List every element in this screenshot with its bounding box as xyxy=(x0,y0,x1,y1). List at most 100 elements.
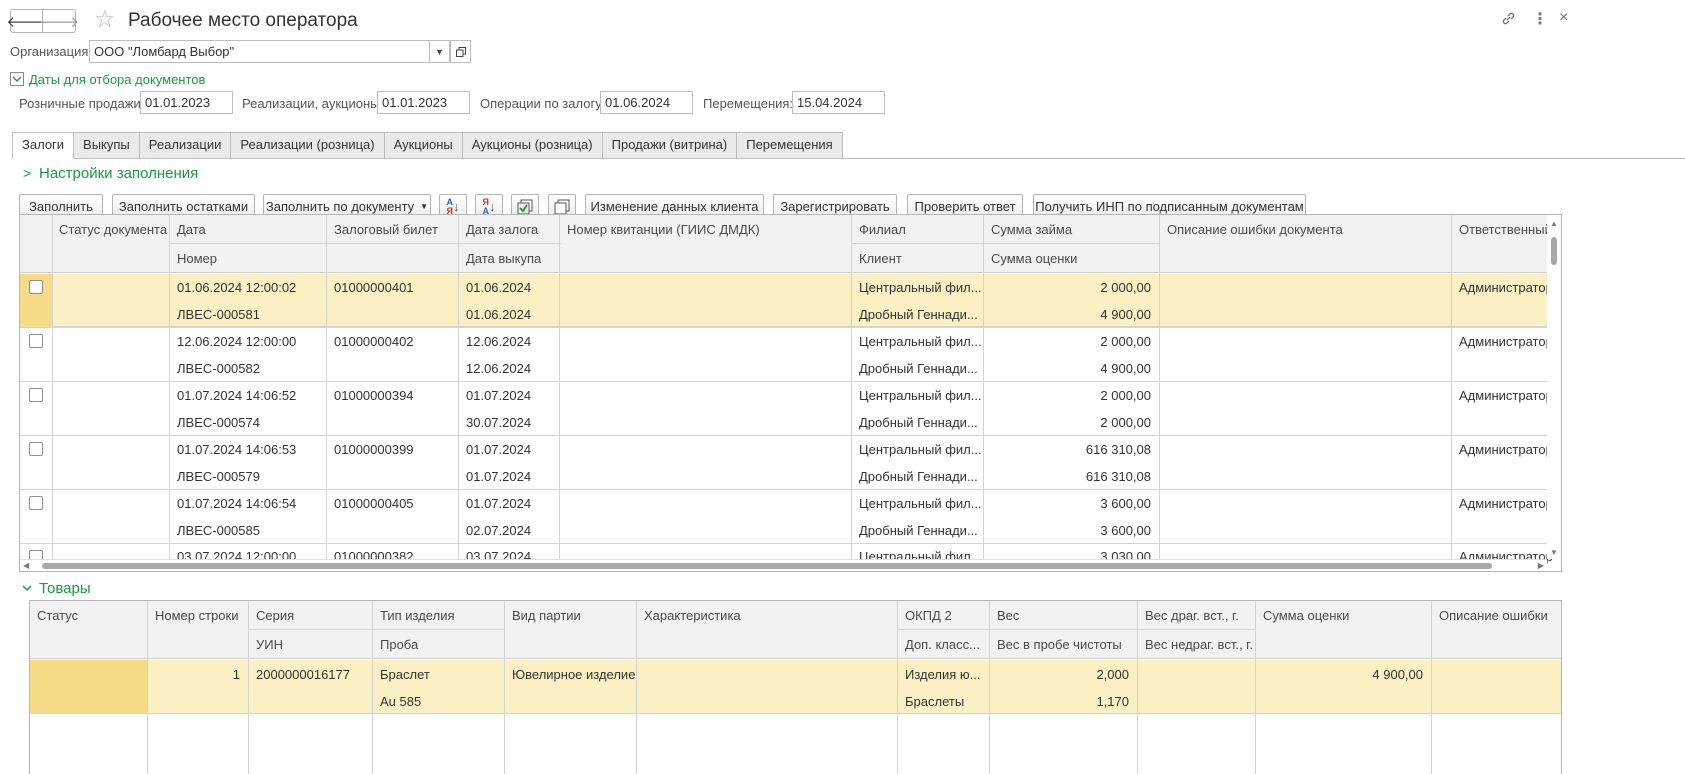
cell-responsible: Администратор xyxy=(1459,334,1552,349)
tab-moves[interactable]: Перемещения xyxy=(737,132,843,159)
tab-sales[interactable]: Реализации xyxy=(139,132,232,159)
check-all-icon xyxy=(517,199,533,214)
moves-date-field[interactable]: 15.04.2024 xyxy=(792,91,885,114)
tab-showcase-sales[interactable]: Продажи (витрина) xyxy=(602,132,738,159)
auctions-date-field[interactable]: 01.01.2023 xyxy=(377,91,470,114)
col-uin[interactable]: УИН xyxy=(249,630,372,652)
horizontal-scrollbar[interactable]: ◀ ▶ xyxy=(20,559,1547,571)
row-checkbox[interactable] xyxy=(29,334,43,348)
scroll-up-icon[interactable]: ▲ xyxy=(1550,219,1558,228)
chevron-down-icon: ▼ xyxy=(420,202,429,211)
scroll-right-icon[interactable]: ▶ xyxy=(1538,561,1544,570)
cell-branch: Центральный фил... xyxy=(859,280,982,295)
row-checkbox[interactable] xyxy=(29,496,43,510)
col-number[interactable]: Номер xyxy=(170,244,326,266)
pledge-ops-date-field[interactable]: 01.06.2024 xyxy=(600,91,693,114)
settings-expand-icon[interactable]: > xyxy=(23,165,31,181)
row-checkbox[interactable] xyxy=(29,280,43,294)
tab-bar: Залоги Выкупы Реализации Реализации (роз… xyxy=(12,132,843,159)
page-title: Рабочее место оператора xyxy=(128,10,358,31)
cell-appraisal: 4 900,00 xyxy=(1100,307,1151,322)
vertical-scroll-thumb[interactable] xyxy=(1551,237,1557,265)
col-pure-weight[interactable]: Вес в пробе чистоты xyxy=(990,630,1137,652)
goods-table[interactable]: Статус Номер строки Серия УИН Тип издели… xyxy=(29,600,1562,774)
cell-buyout-date: 02.07.2024 xyxy=(466,523,532,538)
col-receipt[interactable]: Номер квитанции (ГИИС ДМДК) xyxy=(560,215,851,237)
cell-appraisal: 4 900,00 xyxy=(1100,361,1151,376)
row-checkbox[interactable] xyxy=(29,442,43,456)
col-date[interactable]: Дата xyxy=(170,215,326,237)
col-error[interactable]: Описание ошибки документа xyxy=(1160,215,1451,237)
more-menu-icon[interactable]: ⋮ xyxy=(1532,9,1548,29)
cell-loan: 616 310,08 xyxy=(1085,442,1151,457)
org-field[interactable]: ООО "Ломбард Выбор" xyxy=(89,40,430,63)
favorite-star-icon[interactable]: ☆ xyxy=(94,7,116,33)
tab-auctions-retail[interactable]: Аукционы (розница) xyxy=(462,132,603,159)
cell-pure-weight: 1,170 xyxy=(1096,694,1129,709)
col-characteristic[interactable]: Характеристика xyxy=(637,601,897,623)
cell-client: Дробный Геннади... xyxy=(859,307,978,322)
col-batch-type[interactable]: Вид партии xyxy=(505,601,636,623)
forward-button[interactable]: 🡒 xyxy=(39,9,79,33)
col-item-type[interactable]: Тип изделия xyxy=(373,601,504,623)
col-series[interactable]: Серия xyxy=(249,601,372,623)
col-goods-error[interactable]: Описание ошибки xyxy=(1432,601,1561,623)
cell-ticket: 01000000402 xyxy=(334,334,414,349)
tab-pledges[interactable]: Залоги xyxy=(12,132,75,159)
col-pledge-date[interactable]: Дата залога xyxy=(459,215,560,237)
settings-section-label[interactable]: Настройки заполнения xyxy=(39,165,198,182)
col-status[interactable]: Статус документа xyxy=(52,215,170,237)
col-ticket[interactable]: Залоговый билет xyxy=(327,215,458,237)
col-extra-class[interactable]: Доп. класс... xyxy=(898,630,989,652)
col-responsible[interactable]: Ответственный xyxy=(1452,215,1552,237)
cell-appraisal: 3 600,00 xyxy=(1100,523,1151,538)
col-okpd[interactable]: ОКПД 2 xyxy=(898,601,989,623)
col-line-no[interactable]: Номер строки xyxy=(148,601,248,623)
cell-loan: 2 000,00 xyxy=(1100,334,1151,349)
col-assay[interactable]: Проба xyxy=(373,630,504,652)
retail-sales-date-field[interactable]: 01.01.2023 xyxy=(140,91,233,114)
col-appraisal[interactable]: Сумма оценки xyxy=(984,244,1159,266)
open-window-icon xyxy=(455,46,466,57)
tab-buyouts[interactable]: Выкупы xyxy=(74,132,140,159)
col-client[interactable]: Клиент xyxy=(852,244,983,266)
org-open-button[interactable] xyxy=(450,40,471,63)
vertical-scrollbar[interactable]: ▲ ▼ xyxy=(1547,215,1561,559)
link-icon[interactable] xyxy=(1500,10,1517,32)
retail-sales-label: Розничные продажи: xyxy=(19,96,145,111)
chevron-down-icon: ▼ xyxy=(435,46,444,57)
uncheck-all-icon xyxy=(554,199,570,214)
cell-branch: Центральный фил... xyxy=(859,334,982,349)
goods-section-label[interactable]: Товары xyxy=(39,580,91,597)
col-branch[interactable]: Филиал xyxy=(852,215,983,237)
row-checkbox[interactable] xyxy=(29,388,43,402)
tab-auctions[interactable]: Аукционы xyxy=(384,132,463,159)
cell-okpd: Изделия ю... xyxy=(905,667,981,682)
col-buyout-date[interactable]: Дата выкупа xyxy=(459,244,560,266)
cell-pledge-date: 01.07.2024 xyxy=(466,496,532,511)
dates-group-label[interactable]: Даты для отбора документов xyxy=(29,72,205,87)
close-icon[interactable]: × xyxy=(1559,9,1568,27)
cell-item-type: Браслет xyxy=(380,667,430,682)
org-dropdown-button[interactable]: ▼ xyxy=(429,40,450,63)
col-goods-status[interactable]: Статус xyxy=(30,601,147,623)
col-gem-weight[interactable]: Вес драг. вст., г. xyxy=(1138,601,1255,623)
col-goods-appraisal[interactable]: Сумма оценки xyxy=(1256,601,1431,623)
arrow-right-icon: 🡒 xyxy=(38,13,80,31)
col-weight[interactable]: Вес xyxy=(990,601,1137,623)
tab-sales-retail[interactable]: Реализации (розница) xyxy=(231,132,385,159)
col-loan[interactable]: Сумма займа xyxy=(984,215,1159,237)
goods-collapse-icon[interactable] xyxy=(20,581,34,598)
cell-ticket: 01000000405 xyxy=(334,496,414,511)
cell-pledge-date: 01.07.2024 xyxy=(466,442,532,457)
dates-group-toggle[interactable] xyxy=(10,72,24,86)
chevron-down-icon xyxy=(12,76,22,82)
pledges-table-header: Статус документа Дата Номер Залоговый би… xyxy=(20,215,1561,273)
scroll-left-icon[interactable]: ◀ xyxy=(23,561,29,570)
pledges-table[interactable]: Статус документа Дата Номер Залоговый би… xyxy=(19,214,1562,572)
scroll-down-icon[interactable]: ▼ xyxy=(1550,548,1558,557)
col-nongem-weight[interactable]: Вес недраг. вст., г. xyxy=(1138,630,1255,652)
horizontal-scroll-thumb[interactable] xyxy=(42,563,1492,569)
moves-label: Перемещения: xyxy=(703,96,794,111)
org-label: Организация: xyxy=(10,44,93,59)
